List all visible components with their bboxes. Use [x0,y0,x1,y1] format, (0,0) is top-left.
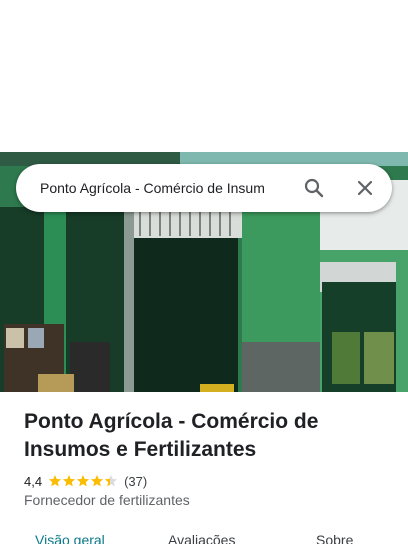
place-category[interactable]: Fornecedor de fertilizantes [24,492,190,508]
star-icon [104,475,118,487]
search-bar[interactable]: Ponto Agrícola - Comércio de Insum [16,164,392,212]
star-rating [48,474,118,488]
tab-about[interactable]: Sobre [316,532,353,544]
rating-row[interactable]: 4,4 (37) [24,471,147,491]
star-icon [62,475,76,487]
review-count[interactable]: (37) [124,474,147,489]
rating-value: 4,4 [24,473,43,489]
place-title: Ponto Agrícola - Comércio de Insumos e F… [24,410,319,461]
map-top-blank-area [0,0,408,152]
tab-overview[interactable]: Visão geral [35,532,105,544]
star-icon [48,475,62,487]
search-input[interactable]: Ponto Agrícola - Comércio de Insum [40,164,288,212]
close-icon[interactable] [353,176,377,200]
star-icon [76,475,90,487]
tab-reviews[interactable]: Avaliações [168,532,235,544]
search-icon[interactable] [302,176,326,200]
place-tabs: Visão geral Avaliações Sobre [0,528,408,544]
star-icon [90,475,104,487]
